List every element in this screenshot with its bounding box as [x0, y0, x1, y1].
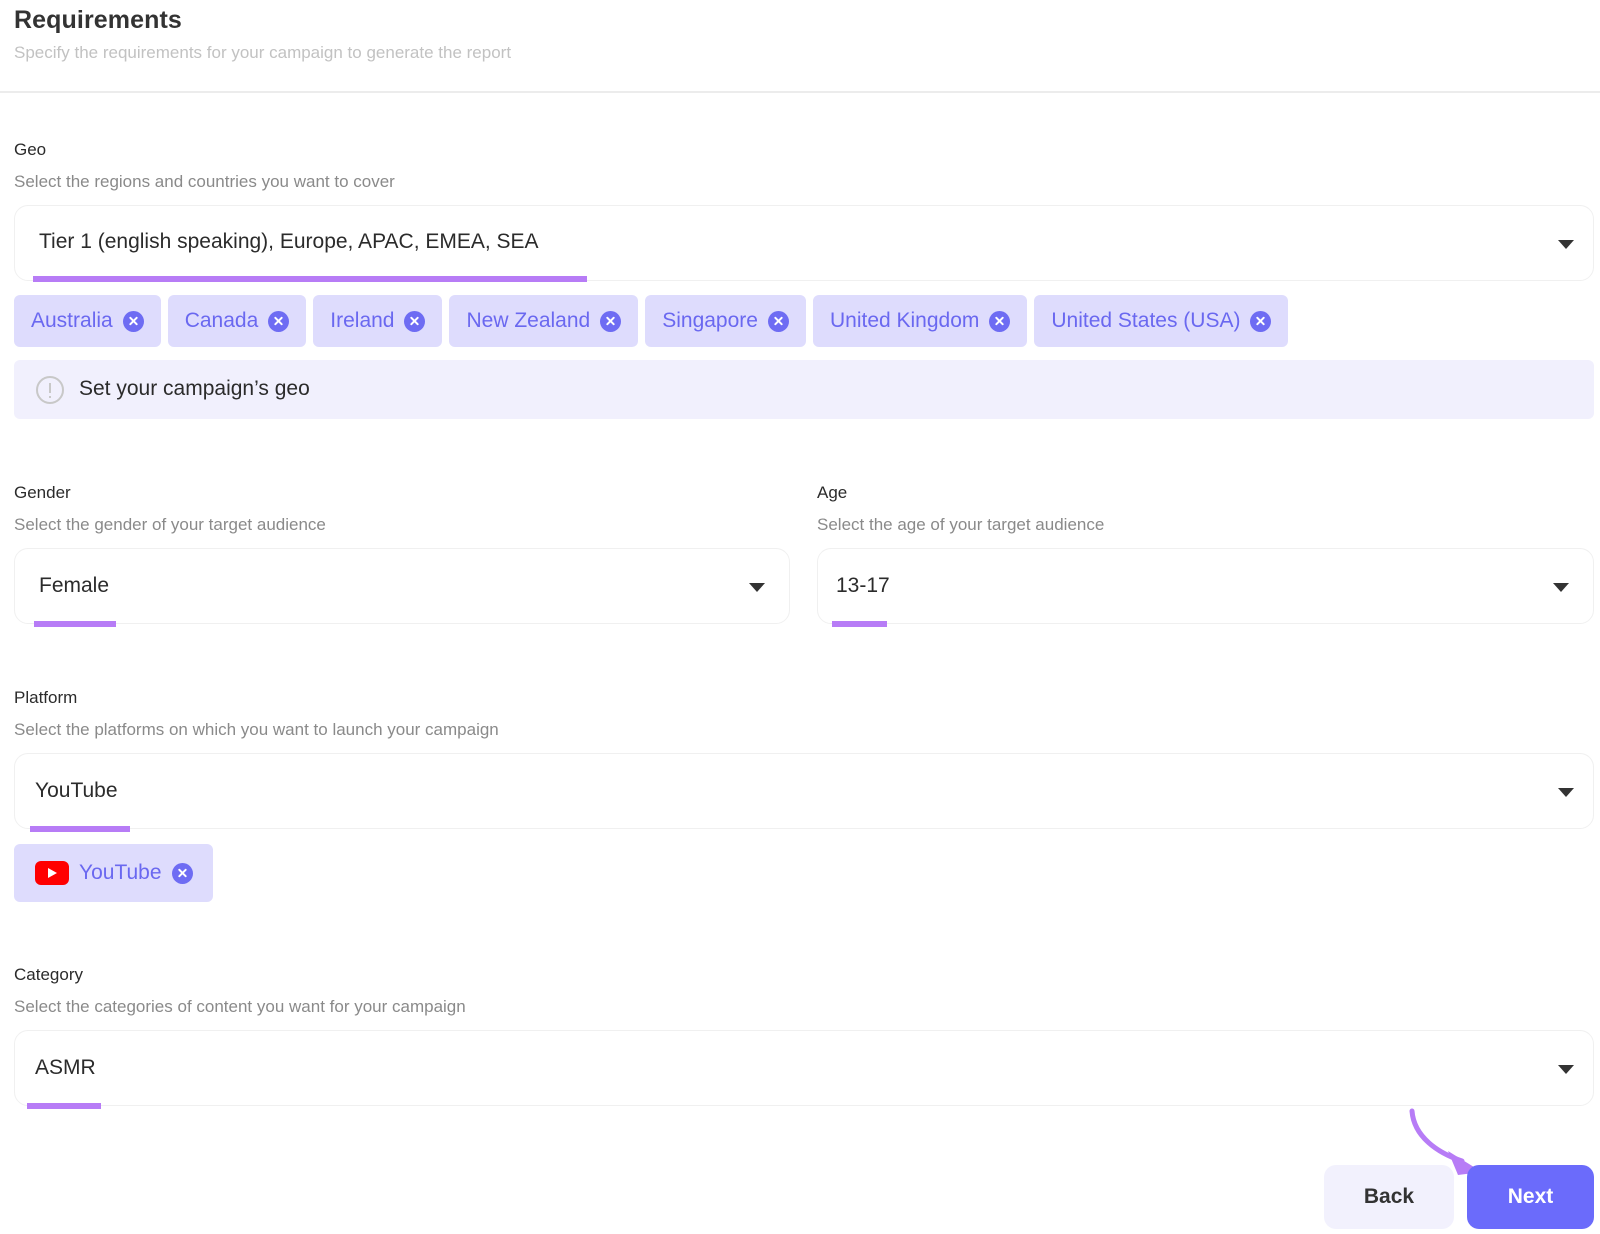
geo-select[interactable]: Tier 1 (english speaking), Europe, APAC,… [14, 205, 1594, 281]
remove-chip-icon[interactable] [767, 310, 789, 332]
age-label: Age [817, 483, 848, 502]
remove-chip-icon[interactable] [1250, 310, 1272, 332]
geo-chip[interactable]: United States (USA) [1034, 295, 1289, 347]
age-select[interactable]: 13-17 [817, 548, 1594, 624]
page-title: Requirements [14, 6, 182, 34]
next-button[interactable]: Next [1467, 1165, 1594, 1229]
back-button[interactable]: Back [1324, 1165, 1454, 1229]
gender-select-underline [34, 621, 116, 627]
chevron-down-icon[interactable] [1553, 583, 1569, 592]
geo-chip-label: Singapore [662, 309, 758, 332]
platform-select[interactable]: YouTube [14, 753, 1594, 829]
chevron-down-icon[interactable] [1558, 1065, 1574, 1074]
category-select-value: ASMR [35, 1056, 96, 1079]
page-header: Requirements Specify the requirements fo… [14, 6, 511, 63]
age-select-underline [832, 621, 887, 627]
geo-help: Select the regions and countries you wan… [14, 172, 395, 191]
remove-chip-icon[interactable] [122, 310, 144, 332]
chevron-down-icon[interactable] [1558, 788, 1574, 797]
geo-chip[interactable]: Canada [167, 295, 307, 347]
geo-chip-label: Ireland [330, 309, 395, 332]
remove-chip-icon[interactable] [600, 310, 622, 332]
geo-chip-label: United Kingdom [829, 309, 980, 332]
geo-alert-text: Set your campaign’s geo [79, 377, 310, 400]
category-select-underline [27, 1103, 101, 1109]
platform-chip-label: YouTube [79, 861, 162, 884]
geo-label: Geo [14, 140, 47, 159]
gender-select[interactable]: Female [14, 548, 790, 624]
category-label: Category [14, 965, 83, 984]
platform-chip[interactable]: YouTube [14, 844, 213, 902]
geo-select-underline [33, 276, 587, 282]
remove-chip-icon[interactable] [171, 862, 193, 884]
chevron-down-icon[interactable] [1558, 240, 1574, 249]
age-select-value: 13-17 [836, 574, 890, 597]
geo-chip-list: Australia Canada Ireland New Zealand Sin… [14, 295, 1289, 347]
gender-label: Gender [14, 483, 71, 502]
geo-select-value: Tier 1 (english speaking), Europe, APAC,… [39, 230, 539, 253]
geo-chip[interactable]: Singapore [645, 295, 806, 347]
geo-chip[interactable]: United Kingdom [812, 295, 1028, 347]
platform-help: Select the platforms on which you want t… [14, 720, 499, 739]
platform-label: Platform [14, 688, 78, 707]
requirements-page: Requirements Specify the requirements fo… [0, 0, 1600, 1234]
chevron-down-icon[interactable] [749, 583, 765, 592]
geo-chip[interactable]: Australia [14, 295, 161, 347]
platform-select-value: YouTube [35, 779, 118, 802]
category-select[interactable]: ASMR [14, 1030, 1594, 1106]
geo-chip[interactable]: New Zealand [449, 295, 639, 347]
geo-chip[interactable]: Ireland [313, 295, 443, 347]
gender-help: Select the gender of your target audienc… [14, 515, 326, 534]
platform-select-underline [30, 826, 130, 832]
remove-chip-icon[interactable] [989, 310, 1011, 332]
info-icon [36, 376, 64, 404]
page-subtitle: Specify the requirements for your campai… [14, 43, 512, 62]
gender-select-value: Female [39, 574, 110, 597]
category-help: Select the categories of content you wan… [14, 997, 466, 1016]
platform-chip-list: YouTube [14, 844, 213, 902]
geo-chip-label: New Zealand [466, 309, 591, 332]
remove-chip-icon[interactable] [404, 310, 426, 332]
geo-alert: Set your campaign’s geo [14, 360, 1594, 419]
header-divider [0, 91, 1600, 93]
geo-chip-label: United States (USA) [1051, 309, 1241, 332]
remove-chip-icon[interactable] [268, 310, 290, 332]
age-help: Select the age of your target audience [817, 515, 1105, 534]
youtube-icon [35, 861, 69, 885]
geo-chip-label: Australia [31, 309, 113, 332]
geo-chip-label: Canada [184, 309, 259, 332]
